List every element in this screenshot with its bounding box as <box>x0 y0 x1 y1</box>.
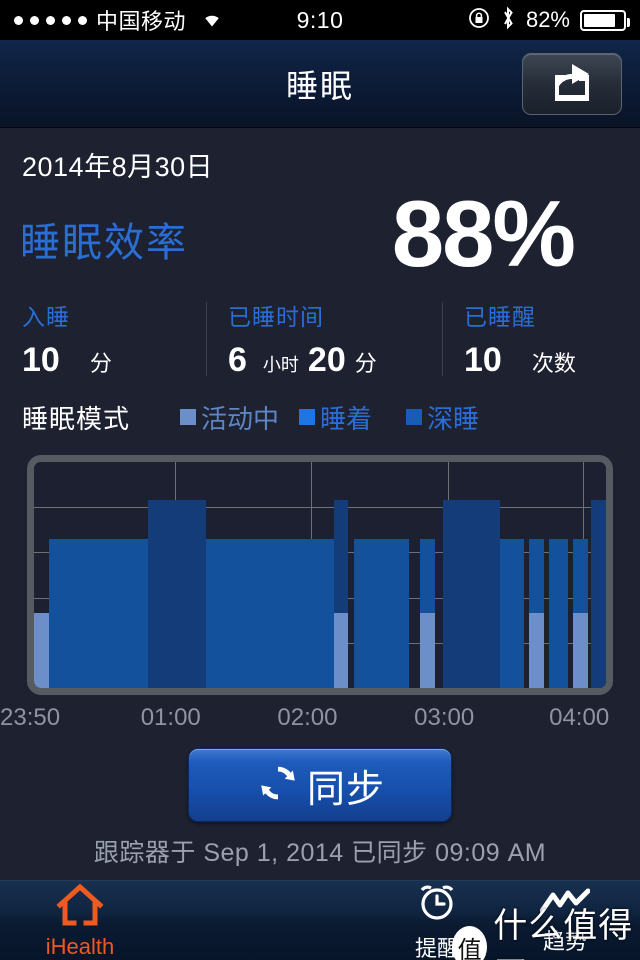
stat-unit: 次数 <box>531 351 576 376</box>
stat-sleep-duration: 已睡时间 6 小时 20 分 <box>206 298 442 386</box>
stats-row: 入睡 10 分 已睡时间 6 小时 20 分 已睡醒 10 次数 <box>0 298 640 386</box>
tab-ihealth[interactable]: iHealth <box>5 881 155 960</box>
chart-bar <box>420 538 435 614</box>
efficiency-row: 睡眠效率 88% <box>0 181 640 288</box>
chart-bar <box>529 613 545 688</box>
chart-bar <box>334 613 349 688</box>
x-axis-tick-label: 02:00 <box>277 704 338 731</box>
stat-value: 10 <box>464 341 502 379</box>
chart-legend: 睡眠模式 活动中 睡着 深睡 <box>0 396 640 438</box>
stat-awakenings: 已睡醒 10 次数 <box>442 298 640 386</box>
legend-item-deep-sleep: 深睡 <box>406 399 479 436</box>
stat-unit-2: 分 <box>354 351 377 376</box>
legend-item-asleep: 睡着 <box>299 399 372 436</box>
stat-value: 6 <box>228 341 247 379</box>
share-button[interactable] <box>522 52 622 115</box>
battery-icon <box>580 9 630 31</box>
chart-bar <box>548 538 569 688</box>
legend-title: 睡眠模式 <box>22 403 131 434</box>
refresh-icon <box>255 760 301 811</box>
stat-unit: 小时 <box>262 355 299 375</box>
chart-bar <box>572 613 588 688</box>
x-axis-tick-label: 03:00 <box>414 704 475 731</box>
x-axis-tick-label: 23:50 <box>0 704 61 731</box>
navigation-bar: 睡眠 <box>0 40 640 128</box>
watermark-text: 什么值得买 <box>493 907 634 960</box>
chart-bar <box>34 613 49 688</box>
chart-bar <box>334 500 349 614</box>
legend-swatch-active <box>180 409 197 425</box>
chart-bar <box>529 538 545 614</box>
site-watermark: 值 什么值得买 <box>452 898 640 960</box>
chart-bar <box>48 538 149 688</box>
home-icon <box>56 883 104 932</box>
legend-swatch-asleep <box>299 409 316 425</box>
chart-bar <box>148 500 206 688</box>
sync-status-text: 跟踪器于 Sep 1, 2014 已同步 09:09 AM <box>93 839 547 867</box>
legend-label: 深睡 <box>427 403 480 434</box>
chart-bar <box>500 538 525 688</box>
legend-label: 活动中 <box>201 403 280 434</box>
stat-value-2: 20 <box>307 341 346 379</box>
stat-value: 10 <box>22 341 60 379</box>
legend-item-active: 活动中 <box>180 399 279 436</box>
share-icon <box>549 61 595 106</box>
rotation-lock-icon <box>468 7 490 34</box>
bluetooth-icon <box>500 6 516 35</box>
x-axis-tick-label: 04:00 <box>549 704 610 731</box>
legend-swatch-deep-sleep <box>406 409 423 425</box>
x-axis-tick-label: 01:00 <box>140 704 201 731</box>
stat-label: 入睡 <box>22 304 70 330</box>
chart-bar <box>205 538 335 688</box>
battery-percent-label: 82% <box>525 7 570 32</box>
chart-bar <box>572 538 588 614</box>
legend-label: 睡着 <box>320 403 373 434</box>
chart-x-axis: 23:50 01:00 02:00 03:00 04:00 <box>0 704 640 738</box>
chart-bar <box>442 500 501 688</box>
stat-label: 已睡时间 <box>228 304 324 330</box>
main-content: 2014年8月30日 睡眠效率 88% 入睡 10 分 已睡时间 6 小时 20 <box>0 128 640 880</box>
efficiency-label: 睡眠效率 <box>20 221 188 265</box>
stat-label: 已睡醒 <box>464 304 536 330</box>
status-bar: 中国移动 9:10 82% <box>0 0 640 40</box>
sync-button[interactable]: 同步 <box>188 748 452 822</box>
sleep-chart[interactable] <box>27 455 613 695</box>
efficiency-value: 88% <box>391 181 576 286</box>
chart-bar <box>590 500 606 688</box>
sleep-screen: 中国移动 9:10 82% 睡眠 2014年8月30日 睡眠效率 88% 入睡 … <box>0 0 640 960</box>
chart-bar <box>354 538 409 688</box>
chart-plot-area <box>34 462 606 688</box>
status-bar-right: 82% <box>468 6 630 35</box>
watermark-badge: 值 <box>452 926 488 960</box>
chart-bar <box>420 613 435 688</box>
record-date: 2014年8月30日 <box>22 152 214 182</box>
sync-button-label: 同步 <box>306 768 385 811</box>
stat-unit: 分 <box>89 351 112 376</box>
stat-fall-asleep: 入睡 10 分 <box>0 298 206 386</box>
tab-label: iHealth <box>45 933 115 959</box>
chart-bars <box>34 462 606 688</box>
